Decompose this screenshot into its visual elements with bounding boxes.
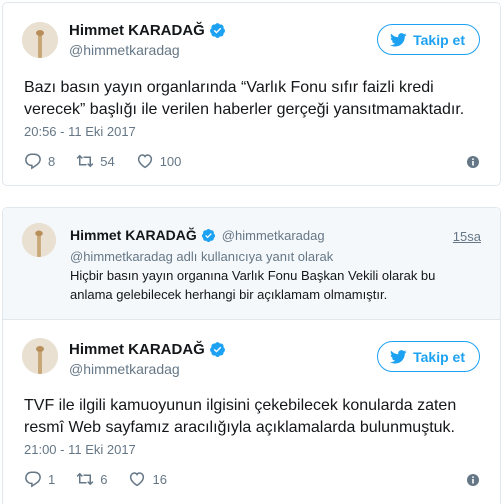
retweet-icon: [76, 472, 94, 486]
tweet-timestamp[interactable]: 20:56 - 11 Eki 2017: [24, 124, 136, 139]
info-icon[interactable]: [467, 156, 479, 168]
author-handle[interactable]: @himmetkaradag: [69, 361, 226, 377]
reply-button[interactable]: 8: [24, 152, 55, 170]
follow-button[interactable]: Takip et: [377, 24, 480, 55]
follow-button-label: Takip et: [413, 31, 465, 48]
like-button[interactable]: 16: [128, 470, 167, 488]
like-button[interactable]: 100: [136, 152, 182, 170]
retweet-button[interactable]: 6: [76, 470, 107, 488]
twitter-bird-icon: [390, 349, 407, 364]
twitter-bird-icon: [390, 32, 407, 47]
follow-button-label: Takip et: [413, 348, 465, 365]
retweet-count: 54: [100, 153, 115, 169]
retweet-count: 6: [100, 471, 108, 487]
reply-count: 8: [48, 153, 56, 169]
tweet-card-2: Himmet KARADAĞ @himmetkaradag 15sa @himm…: [2, 207, 501, 504]
like-count: 16: [152, 471, 167, 487]
tweet-text: TVF ile ilgili kamuoyunun ilgisini çekeb…: [24, 397, 457, 436]
verified-badge-icon: [201, 228, 215, 242]
reply-icon: [25, 471, 41, 488]
retweet-icon: [76, 154, 94, 168]
avatar[interactable]: [22, 223, 56, 257]
like-heart-icon: [130, 472, 145, 487]
reply-count: 1: [48, 471, 56, 487]
reply-button[interactable]: 1: [24, 470, 55, 488]
reply-author-handle[interactable]: @himmetkaradag: [222, 228, 325, 243]
tweet-text: Bazı basın yayın organlarında “Varlık Fo…: [24, 79, 465, 118]
verified-badge-icon: [209, 23, 225, 38]
reply-text: Hiçbir basın yayın organına Varlık Fonu …: [70, 268, 436, 302]
author-name[interactable]: Himmet KARADAĞ: [69, 341, 205, 358]
reply-timestamp[interactable]: 15sa: [453, 229, 481, 244]
verified-badge-icon: [209, 342, 225, 357]
like-heart-icon: [137, 154, 152, 169]
avatar[interactable]: [22, 338, 58, 374]
author-handle[interactable]: @himmetkaradag: [69, 42, 226, 58]
author-name[interactable]: Himmet KARADAĞ: [69, 22, 205, 39]
tweet-timestamp[interactable]: 21:00 - 11 Eki 2017: [24, 442, 136, 457]
tweet-card-1: Himmet KARADAĞ @himmetkaradag Takip et B…: [2, 2, 501, 186]
follow-button[interactable]: Takip et: [377, 341, 480, 372]
reply-author-name[interactable]: Himmet KARADAĞ: [70, 227, 197, 243]
reply-icon: [25, 153, 41, 170]
like-count: 100: [159, 153, 182, 169]
reply-to-label: @himmetkaradag adlı kullanıcıya yanıt ol…: [70, 249, 334, 264]
info-icon[interactable]: [467, 474, 479, 486]
avatar[interactable]: [22, 22, 58, 58]
reply-context[interactable]: Himmet KARADAĞ @himmetkaradag 15sa @himm…: [3, 208, 500, 320]
retweet-button[interactable]: 54: [76, 152, 115, 170]
